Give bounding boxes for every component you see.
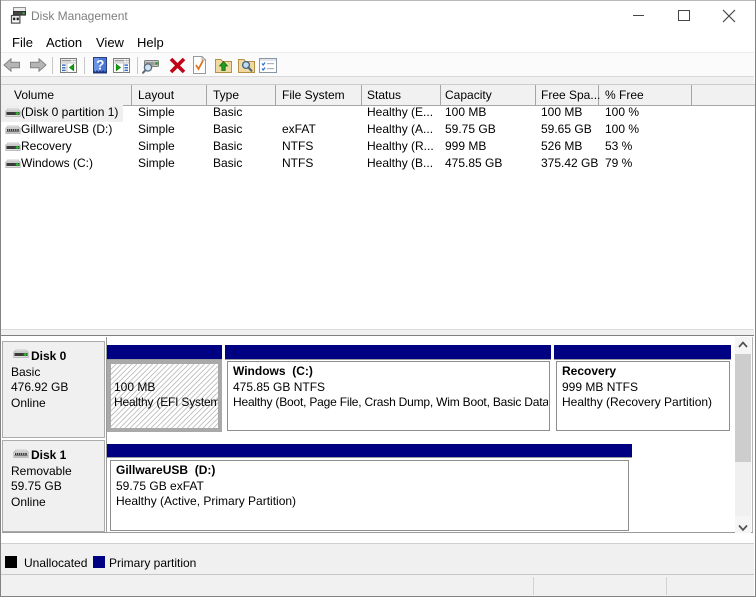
svg-text:?: ? [96,58,104,73]
